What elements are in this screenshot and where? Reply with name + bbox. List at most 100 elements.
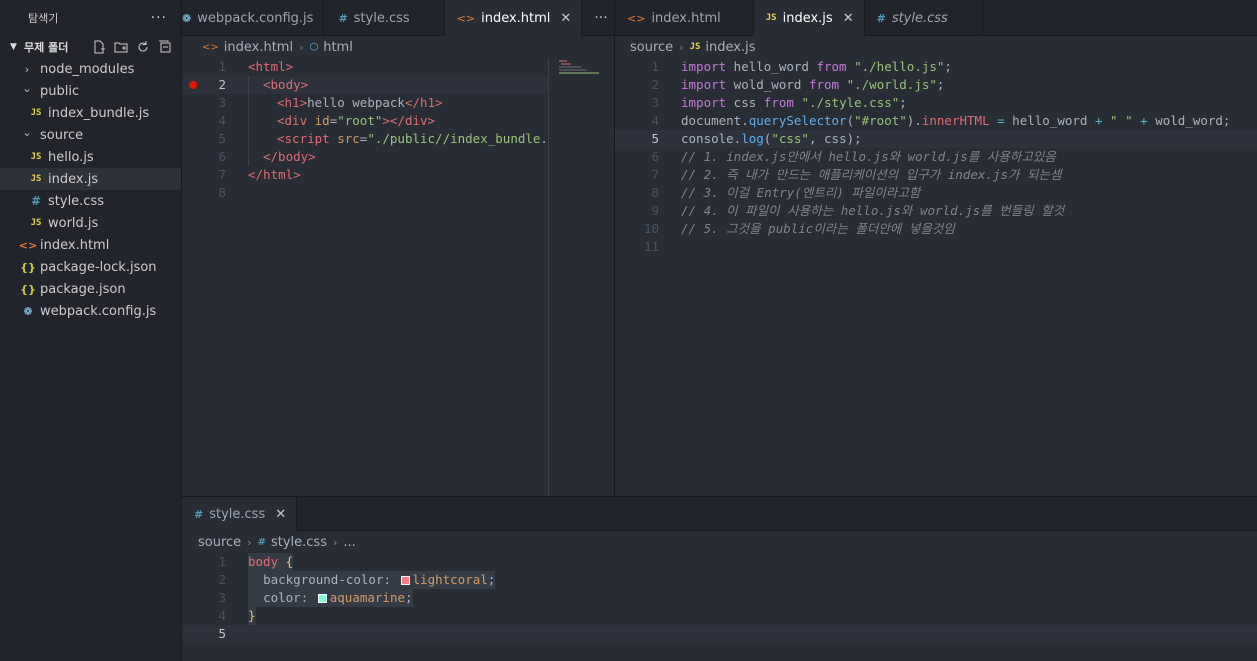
tab-style-css[interactable]: # style.css ✕ <box>182 497 298 531</box>
tree-item-index-js[interactable]: JS index.js <box>0 168 181 190</box>
breadcrumb-item[interactable]: html <box>323 40 353 55</box>
breadcrumb-item[interactable]: source <box>630 40 673 55</box>
code-text: import hello_word from "./hello.js"; <box>681 58 952 76</box>
line-number: 9 <box>651 203 659 218</box>
breadcrumb-bottom: source › # style.css › ... <box>182 531 356 553</box>
breakpoint-icon[interactable] <box>189 81 197 89</box>
code-line[interactable]: 5 <box>182 625 1257 643</box>
code-editor-js[interactable]: 1 import hello_word from "./hello.js"; 2 im… <box>615 58 1257 256</box>
code-line[interactable]: 10 // 5. 그것을 public이라는 폴더안에 넣을것임 <box>615 220 1257 238</box>
code-line[interactable]: 4 document.querySelector("#root").innerHT… <box>615 112 1257 130</box>
explorer-sidebar: 탐색기 ··· ▼ 무제 폴더 › node_modules ⌄ public JS in… <box>0 0 182 661</box>
code-token: </body> <box>263 149 316 164</box>
tree-item-package-lock-json[interactable]: {} package-lock.json <box>0 256 181 278</box>
code-text: body { <box>248 553 294 571</box>
code-token: "root" <box>337 113 383 128</box>
tab-label: webpack.config.js <box>197 10 314 26</box>
tree-item-world-js[interactable]: JS world.js <box>0 212 181 234</box>
line-number: 1 <box>218 554 226 569</box>
webpack-icon: ❁ <box>182 11 192 25</box>
chevron-right-icon: › <box>332 535 338 549</box>
breadcrumb-item[interactable]: source <box>198 535 241 550</box>
code-text: // 4. 이 파일이 사용하는 hello.js와 world.js를 번들링… <box>681 202 1064 220</box>
tree-item-hello-js[interactable]: JS hello.js <box>0 146 181 168</box>
code-line[interactable]: 9 // 4. 이 파일이 사용하는 hello.js와 world.js를 번들… <box>615 202 1257 220</box>
code-line[interactable]: 2 import wold_word from "./world.js"; <box>615 76 1257 94</box>
tree-item-label: index.html <box>40 237 110 253</box>
tree-item-source[interactable]: ⌄ source <box>0 124 181 146</box>
code-line[interactable]: 7 // 2. 즉 내가 만드는 애플리케이션의 입구가 index.js가 되는… <box>615 166 1257 184</box>
tree-item-index-html[interactable]: <> index.html <box>0 234 181 256</box>
code-token: // 2. 즉 내가 만드는 애플리케이션의 입구가 index.js가 되는셈 <box>681 167 1062 182</box>
new-folder-icon[interactable] <box>113 39 129 55</box>
code-editor-css[interactable]: 1 body {2 background-color: lightcoral; 3 … <box>182 553 1257 643</box>
code-token: import <box>681 59 727 74</box>
close-icon[interactable]: ✕ <box>843 11 854 26</box>
new-file-icon[interactable] <box>91 39 107 55</box>
code-token: document. <box>681 113 749 128</box>
tree-item-package-json[interactable]: {} package.json <box>0 278 181 300</box>
tree-item-label: hello.js <box>48 149 94 165</box>
code-token: "./world.js" <box>846 77 937 92</box>
tab-index-html[interactable]: <> index.html <box>615 0 754 36</box>
breadcrumb-item[interactable]: index.js <box>705 40 755 55</box>
code-token: body <box>248 554 279 569</box>
tab-webpack-config[interactable]: ❁ webpack.config.js <box>182 0 325 36</box>
close-icon[interactable]: ✕ <box>275 507 286 522</box>
tree-item-index-bundle-js[interactable]: JS index_bundle.js <box>0 102 181 124</box>
code-line[interactable]: 3 color: aquamarine; <box>182 589 1257 607</box>
code-line[interactable]: 1 import hello_word from "./hello.js"; <box>615 58 1257 76</box>
line-number: 5 <box>218 626 226 641</box>
code-line[interactable]: 5 console.log("css", css); <box>615 130 1257 148</box>
code-line[interactable]: 11 <box>615 238 1257 256</box>
tree-item-webpack-config-js[interactable]: ❁ webpack.config.js <box>0 300 181 322</box>
code-line[interactable]: 6 // 1. index.js안에서 hello.js와 world.js를 사… <box>615 148 1257 166</box>
code-text: </body> <box>248 148 316 166</box>
code-token: aquamarine <box>329 590 406 605</box>
tree-item-label: world.js <box>48 215 99 231</box>
explorer-header: 탐색기 ··· <box>0 0 181 36</box>
tab-index-js[interactable]: JS index.js ✕ <box>753 0 865 36</box>
css-icon: # <box>194 507 204 521</box>
breadcrumb-item[interactable]: style.css <box>271 535 327 550</box>
chevron-right-icon: › <box>247 535 252 549</box>
collapse-all-icon[interactable] <box>157 39 173 55</box>
js-icon: JS <box>30 108 42 118</box>
minimap[interactable] <box>548 58 614 496</box>
code-line[interactable]: 8 // 3. 이걸 Entry(엔트리) 파일이라고함 <box>615 184 1257 202</box>
refresh-icon[interactable] <box>135 39 151 55</box>
tab-label: index.js <box>782 10 833 26</box>
workspace-folder-label: 무제 폴더 <box>24 41 69 54</box>
workspace-folder[interactable]: ▼ 무제 폴더 <box>0 36 181 58</box>
code-token: <html> <box>248 59 294 74</box>
code-token: from <box>808 77 840 92</box>
breadcrumb-item[interactable]: index.html <box>224 40 293 55</box>
tab-style-css[interactable]: # style.css <box>324 0 445 36</box>
breadcrumb-item[interactable]: ... <box>343 535 355 550</box>
line-number: 8 <box>218 185 226 200</box>
code-line[interactable]: 3 import css from "./style.css"; <box>615 94 1257 112</box>
code-token: import <box>681 77 727 92</box>
code-line[interactable]: 2 background-color: lightcoral; <box>182 571 1257 589</box>
file-tree: › node_modules ⌄ public JS index_bundle.js ⌄ so… <box>0 58 181 322</box>
tree-item-style-css[interactable]: # style.css <box>0 190 181 212</box>
tab-label: index.html <box>651 10 721 26</box>
js-icon: JS <box>765 13 777 23</box>
explorer-more-icon[interactable]: ··· <box>151 10 167 26</box>
code-line[interactable]: 1 body { <box>182 553 1257 571</box>
tree-item-node-modules[interactable]: › node_modules <box>0 58 181 80</box>
close-icon[interactable]: ✕ <box>560 11 571 26</box>
code-line[interactable]: 4} <box>182 607 1257 625</box>
tab-bar-right: <> index.html JS index.js ✕ # style.css <box>615 0 1257 36</box>
editor-group-bottom: # style.css ✕ source › # style.css › ...… <box>182 497 1257 661</box>
line-gutter <box>659 202 681 220</box>
code-token: + <box>1140 113 1148 128</box>
tree-item-label: source <box>40 127 84 143</box>
code-text: <h1>hello webpack</h1> <box>248 94 443 112</box>
code-token: <script <box>277 131 338 146</box>
tree-item-public[interactable]: ⌄ public <box>0 80 181 102</box>
tab-style-css-preview[interactable]: # style.css <box>865 0 983 36</box>
tab-index-html[interactable]: <> index.html ✕ <box>444 0 583 36</box>
